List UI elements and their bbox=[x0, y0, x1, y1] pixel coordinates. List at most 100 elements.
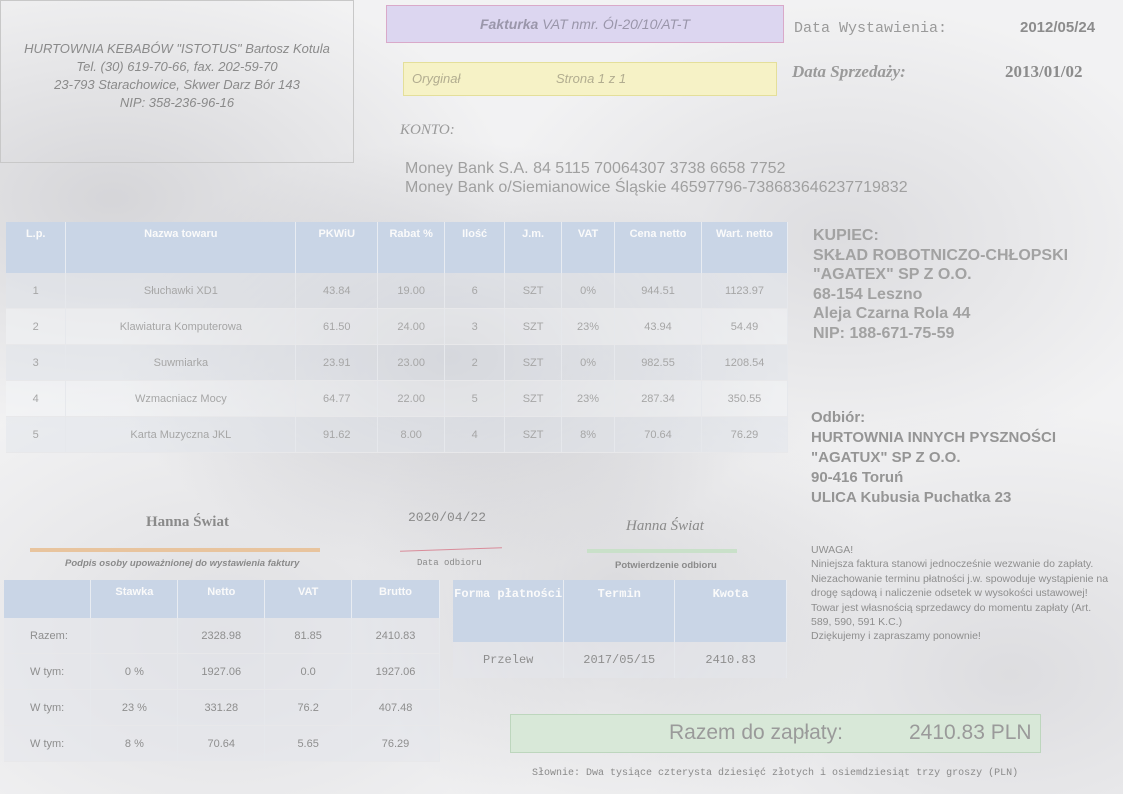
buyer-nip: NIP: 188-671-75-59 bbox=[813, 324, 955, 342]
cell-vat: 0% bbox=[561, 344, 616, 381]
cell-qty: 2 bbox=[444, 344, 506, 381]
page-number: Strona 1 z 1 bbox=[556, 71, 627, 86]
cell-discount: 23.00 bbox=[377, 344, 446, 381]
cell-gross: 407.48 bbox=[351, 689, 440, 726]
cell-qty: 6 bbox=[444, 273, 506, 309]
payment-header-row: Forma płatności Termin Kwota bbox=[453, 580, 787, 642]
cell-rate: 0 % bbox=[90, 653, 179, 690]
items-table: L.p. Nazwa towaru PKWiU Rabat % Ilość J.… bbox=[6, 222, 789, 453]
receipt-date-value: 2020/04/22 bbox=[408, 510, 487, 525]
cell-unit: SZT bbox=[504, 344, 563, 381]
table-row: W tym: 23 % 331.28 76.2 407.48 bbox=[4, 689, 440, 726]
cell-rate bbox=[90, 618, 179, 654]
seller-nip: NIP: 358-236-96-16 bbox=[119, 94, 235, 110]
buyer-info: KUPIEC: SKŁAD ROBOTNICZO-CHŁOPSKI "AGATE… bbox=[813, 226, 1068, 343]
issuer-signature-caption: Podpis osoby upoważnionej do wystawienia… bbox=[65, 558, 300, 569]
cell-net-price: 43.94 bbox=[614, 308, 702, 345]
cell-net-price: 944.51 bbox=[614, 273, 702, 309]
cell-vat: 23% bbox=[561, 380, 616, 417]
cell-pkwiu: 61.50 bbox=[295, 308, 379, 345]
cell-discount: 8.00 bbox=[377, 416, 446, 453]
cell-rate: 23 % bbox=[90, 689, 179, 726]
col-header-vat: VAT bbox=[561, 222, 616, 273]
notice-body: Niniejsza faktura stanowi jednocześnie w… bbox=[811, 558, 1109, 629]
cell-gross: 76.29 bbox=[351, 725, 440, 762]
cell-net-value: 1208.54 bbox=[701, 344, 789, 381]
pay-col-header-due: Termin bbox=[563, 580, 676, 642]
cell-label: W tym: bbox=[4, 725, 92, 762]
cell-net-price: 982.55 bbox=[614, 344, 702, 381]
cell-lp: 3 bbox=[6, 344, 67, 381]
col-header-discount: Rabat % bbox=[377, 222, 446, 273]
cell-lp: 4 bbox=[6, 380, 67, 417]
cell-net-price: 287.34 bbox=[614, 380, 702, 417]
pay-col-header-amount: Kwota bbox=[674, 580, 787, 642]
cell-label: W tym: bbox=[4, 653, 92, 690]
buyer-label: KUPIEC: bbox=[813, 227, 879, 244]
col-header-lp: L.p. bbox=[6, 222, 67, 273]
original-label: Oryginał bbox=[412, 71, 461, 86]
table-row: 5 Karta Muzyczna JKL 91.62 8.00 4 SZT 8% 70.64 7… bbox=[6, 416, 789, 453]
cell-name: Wzmacniacz Mocy bbox=[65, 380, 297, 417]
table-row: Razem: 2328.98 81.85 2410.83 bbox=[4, 618, 440, 654]
table-row: 1 Słuchawki XD1 43.84 19.00 6 SZT 0% 944.51 1123… bbox=[6, 273, 789, 309]
cell-unit: SZT bbox=[504, 273, 563, 309]
cell-vat: 0% bbox=[561, 273, 616, 309]
cell-pkwiu: 64.77 bbox=[295, 380, 379, 417]
sale-date-value: 2013/01/02 bbox=[1005, 62, 1083, 81]
vat-summary-table: Stawka Netto VAT Brutto Razem: 2328.98 81.… bbox=[4, 580, 440, 762]
buyer-city: 68-154 Leszno bbox=[813, 285, 923, 303]
cell-name: Klawiatura Komputerowa bbox=[65, 308, 297, 345]
total-due-value: 2410.83 PLN bbox=[909, 721, 1032, 744]
pay-col-header-method: Forma płatności bbox=[453, 580, 565, 642]
cell-pkwiu: 23.91 bbox=[295, 344, 379, 381]
cell-vat: 8% bbox=[561, 416, 616, 453]
bank-account-2: Money Bank o/Siemianowice Śląskie 465977… bbox=[405, 179, 908, 196]
cell-net: 1927.06 bbox=[177, 653, 266, 690]
cell-amount: 2410.83 bbox=[674, 642, 787, 678]
cell-qty: 5 bbox=[444, 380, 506, 417]
cell-pkwiu: 91.62 bbox=[295, 416, 379, 453]
cell-label: W tym: bbox=[4, 689, 92, 726]
cell-net-value: 76.29 bbox=[701, 416, 789, 453]
vat-header-row: Stawka Netto VAT Brutto bbox=[4, 580, 440, 618]
cell-due: 2017/05/15 bbox=[563, 642, 676, 678]
cell-unit: SZT bbox=[504, 380, 563, 417]
issuer-signature-line bbox=[30, 548, 320, 552]
issue-date-label: Data Wystawienia: bbox=[794, 20, 948, 37]
confirmation-signature-caption: Potwierdzenie odbioru bbox=[615, 560, 717, 571]
buyer-name: SKŁAD ROBOTNICZO-CHŁOPSKI bbox=[813, 246, 1069, 264]
cell-qty: 4 bbox=[444, 416, 506, 453]
sale-date-label: Data Sprzedaży: bbox=[792, 62, 906, 81]
buyer-company: "AGATEX" SP Z O.O. bbox=[813, 266, 972, 283]
cell-unit: SZT bbox=[504, 416, 563, 453]
cell-pkwiu: 43.84 bbox=[295, 273, 379, 309]
cell-gross: 1927.06 bbox=[351, 653, 440, 690]
col-header-qty: Ilość bbox=[444, 222, 506, 273]
cell-name: Słuchawki XD1 bbox=[65, 273, 297, 309]
invoice-title-bold: Fakturka bbox=[479, 16, 539, 32]
confirmation-signature-name: Hanna Świat bbox=[626, 518, 704, 534]
cell-name: Karta Muzyczna JKL bbox=[65, 416, 297, 453]
seller-phone: Tel. (30) 619-70-66, fax. 202-59-70 bbox=[76, 58, 278, 74]
cell-name: Suwmiarka bbox=[65, 344, 297, 381]
receiver-name: HURTOWNIA INNYCH PYSZNOŚCI bbox=[811, 429, 1057, 446]
vat-col-header-net: Netto bbox=[177, 580, 266, 618]
cell-net-price: 70.64 bbox=[614, 416, 702, 453]
items-header-row: L.p. Nazwa towaru PKWiU Rabat % Ilość J.… bbox=[6, 222, 789, 273]
cell-net: 70.64 bbox=[177, 725, 266, 762]
payment-table: Forma płatności Termin Kwota Przelew 2017… bbox=[453, 580, 787, 678]
cell-net-value: 1123.97 bbox=[701, 273, 789, 309]
amount-in-words: Słownie: Dwa tysiące czterysta dziesięć … bbox=[532, 768, 1019, 779]
cell-discount: 22.00 bbox=[377, 380, 446, 417]
cell-lp: 5 bbox=[6, 416, 67, 453]
cell-rate: 8 % bbox=[90, 725, 179, 762]
vat-col-header-vat: VAT bbox=[264, 580, 353, 618]
bank-account-label: KONTO: bbox=[400, 122, 455, 138]
cell-vat: 76.2 bbox=[264, 689, 353, 726]
cell-lp: 1 bbox=[6, 273, 67, 309]
cell-label: Razem: bbox=[4, 618, 92, 654]
receiver-street: ULICA Kubusia Puchatka 23 bbox=[811, 489, 1012, 506]
cell-unit: SZT bbox=[504, 308, 563, 345]
issue-date-value: 2012/05/24 bbox=[1020, 19, 1096, 36]
